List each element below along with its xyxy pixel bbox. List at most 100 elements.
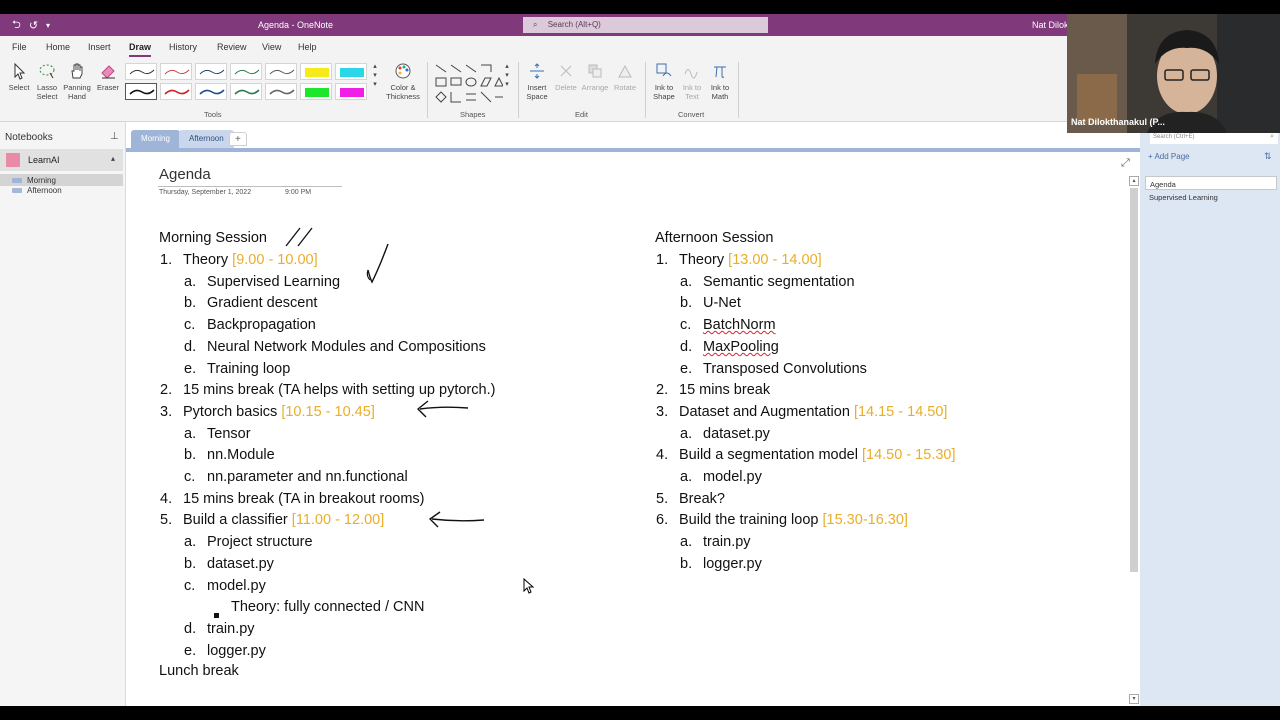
page-search-input[interactable]: Search (Ctrl+E) ⌕ bbox=[1150, 132, 1278, 144]
scroll-down-icon[interactable]: ▾ bbox=[1129, 694, 1139, 704]
tab-file[interactable]: File bbox=[12, 42, 27, 52]
page-title[interactable]: Agenda bbox=[159, 166, 211, 183]
tab-help[interactable]: Help bbox=[298, 42, 317, 52]
ink-arrow-classifier[interactable] bbox=[424, 508, 488, 532]
panning-hand-button[interactable]: Panning Hand bbox=[61, 62, 93, 101]
tab-draw[interactable]: Draw bbox=[129, 42, 152, 57]
highlighter-swatch-yellow[interactable] bbox=[300, 63, 332, 80]
select-button[interactable]: Select bbox=[6, 62, 32, 92]
rotate-icon bbox=[618, 64, 632, 78]
tab-insert[interactable]: Insert bbox=[88, 42, 111, 52]
insert-space-label: Insert Space bbox=[526, 83, 548, 101]
pen-swatch-red-thin[interactable] bbox=[160, 63, 192, 80]
highlighter-swatch-green[interactable] bbox=[300, 83, 332, 100]
search-placeholder: Search (Alt+Q) bbox=[547, 20, 601, 29]
back-icon[interactable]: ⮌ bbox=[12, 16, 21, 35]
user-name[interactable]: Nat Dilokt bbox=[1032, 20, 1071, 30]
pen-swatch-black-thin[interactable] bbox=[125, 63, 157, 80]
expand-icon[interactable]: ⤢ bbox=[1121, 157, 1130, 170]
item-label: Gradient descent bbox=[207, 295, 318, 312]
afternoon-heading[interactable]: Afternoon Session bbox=[655, 230, 774, 246]
hand-icon bbox=[71, 63, 83, 79]
list-number: b. bbox=[184, 447, 197, 464]
item-label: train.py bbox=[207, 620, 255, 637]
item-label: Break? bbox=[679, 490, 725, 507]
item-label: dataset.py bbox=[207, 555, 274, 572]
ink-to-math-button[interactable]: Ink to Math bbox=[706, 62, 734, 101]
item-label: nn.Module bbox=[207, 447, 275, 464]
ink-double-slash[interactable] bbox=[280, 222, 320, 250]
item-label: Backpropagation bbox=[207, 317, 316, 334]
page-canvas[interactable] bbox=[127, 152, 1127, 706]
tab-history[interactable]: History bbox=[169, 42, 197, 52]
delete-button[interactable]: Delete bbox=[553, 62, 579, 92]
notebook-learnai[interactable]: LearnAI ▴ bbox=[0, 149, 123, 171]
item-label: train.py bbox=[703, 534, 751, 551]
page-scrollbar[interactable]: ▴ ▾ bbox=[1128, 176, 1140, 706]
list-number: a. bbox=[680, 425, 693, 442]
lunch-break[interactable]: Lunch break bbox=[159, 663, 239, 679]
shapes-gallery[interactable] bbox=[433, 62, 503, 106]
sort-icon[interactable]: ⇅ bbox=[1264, 151, 1272, 162]
chevron-up-icon[interactable]: ▴ bbox=[111, 154, 115, 163]
page-item-agenda[interactable]: Agenda bbox=[1145, 176, 1277, 190]
search-box[interactable]: ⌕ Search (Alt+Q) bbox=[523, 17, 768, 33]
list-number: b. bbox=[680, 295, 693, 312]
ink-checkmark[interactable] bbox=[360, 240, 394, 286]
item-label: dataset.py bbox=[703, 425, 770, 442]
pen-swatch-gray-thick[interactable] bbox=[265, 83, 297, 100]
ink-to-text-button[interactable]: Ink to Text bbox=[679, 62, 705, 101]
add-section-button[interactable]: + bbox=[229, 132, 247, 146]
page-item-supervised-learning[interactable]: Supervised Learning bbox=[1145, 190, 1277, 204]
undo-icon[interactable]: ↺ bbox=[29, 19, 38, 32]
pen-swatch-gray-thin[interactable] bbox=[265, 63, 297, 80]
highlighter-swatch-cyan[interactable] bbox=[335, 63, 367, 80]
pen-swatch-green-thin[interactable] bbox=[230, 63, 262, 80]
pen-swatch-blue-thin[interactable] bbox=[195, 63, 227, 80]
add-page-button[interactable]: + Add Page bbox=[1148, 152, 1190, 161]
shapes-more-icon[interactable]: ▴ ▾ ▾ bbox=[502, 62, 512, 89]
section-item-afternoon[interactable]: Afternoon bbox=[12, 186, 62, 195]
pin-icon[interactable]: ⊥ bbox=[110, 131, 119, 142]
item-label: Neural Network Modules and Compositions bbox=[207, 338, 486, 355]
tab-review[interactable]: Review bbox=[217, 42, 247, 52]
tab-morning[interactable]: Morning bbox=[131, 130, 180, 148]
eraser-button[interactable]: Eraser bbox=[95, 62, 121, 92]
pen-swatch-blue-thick[interactable] bbox=[195, 83, 227, 100]
scroll-up-icon[interactable]: ▴ bbox=[1129, 176, 1139, 186]
tab-afternoon[interactable]: Afternoon bbox=[179, 130, 234, 148]
section-item-morning[interactable]: Morning bbox=[0, 174, 123, 186]
pen-swatch-green-thick[interactable] bbox=[230, 83, 262, 100]
list-number: c. bbox=[184, 317, 196, 334]
ink-arrow-pytorch[interactable] bbox=[412, 398, 474, 422]
webcam-participant-name: Nat Dilokthanakul (P... bbox=[1071, 117, 1165, 127]
ink-to-shape-button[interactable]: Ink to Shape bbox=[650, 62, 678, 101]
item-label: Theory bbox=[183, 252, 233, 268]
list-text: Gradient descent bbox=[207, 295, 317, 311]
morning-heading[interactable]: Morning Session bbox=[159, 230, 267, 246]
pen-swatch-red-thick[interactable] bbox=[160, 83, 192, 100]
rotate-button[interactable]: Rotate bbox=[611, 62, 639, 92]
list-number: a. bbox=[184, 534, 197, 551]
onenote-window: ⮌ ↺ ▾ Agenda - OneNote ⌕ Search (Alt+Q) … bbox=[0, 0, 1280, 720]
customize-dropdown-icon[interactable]: ▾ bbox=[46, 21, 50, 30]
scroll-thumb[interactable] bbox=[1130, 188, 1138, 572]
tools-group-label: Tools bbox=[204, 110, 222, 119]
webcam-overlay: Nat Dilokthanakul (P... bbox=[1067, 14, 1280, 133]
pen-swatch-black-thick[interactable] bbox=[125, 83, 157, 100]
item-label: Theory bbox=[679, 252, 729, 268]
lasso-select-button[interactable]: Lasso Select bbox=[34, 62, 60, 101]
item-label: BatchNorm bbox=[703, 317, 776, 334]
notebooks-header[interactable]: Notebooks bbox=[5, 132, 53, 143]
insert-space-button[interactable]: Insert Space bbox=[524, 62, 550, 101]
list-number: 1. bbox=[160, 252, 173, 268]
highlighter-swatch-magenta[interactable] bbox=[335, 83, 367, 100]
title-underline bbox=[158, 186, 342, 187]
edit-group-label: Edit bbox=[575, 110, 588, 119]
item-label: Training loop bbox=[207, 360, 291, 377]
pen-gallery-more-icon[interactable]: ▴ ▾ ▾ bbox=[370, 62, 380, 89]
arrange-button[interactable]: Arrange bbox=[580, 62, 610, 92]
tab-home[interactable]: Home bbox=[46, 42, 70, 52]
tab-view[interactable]: View bbox=[262, 42, 281, 52]
color-thickness-button[interactable]: Color & Thickness bbox=[384, 62, 422, 101]
